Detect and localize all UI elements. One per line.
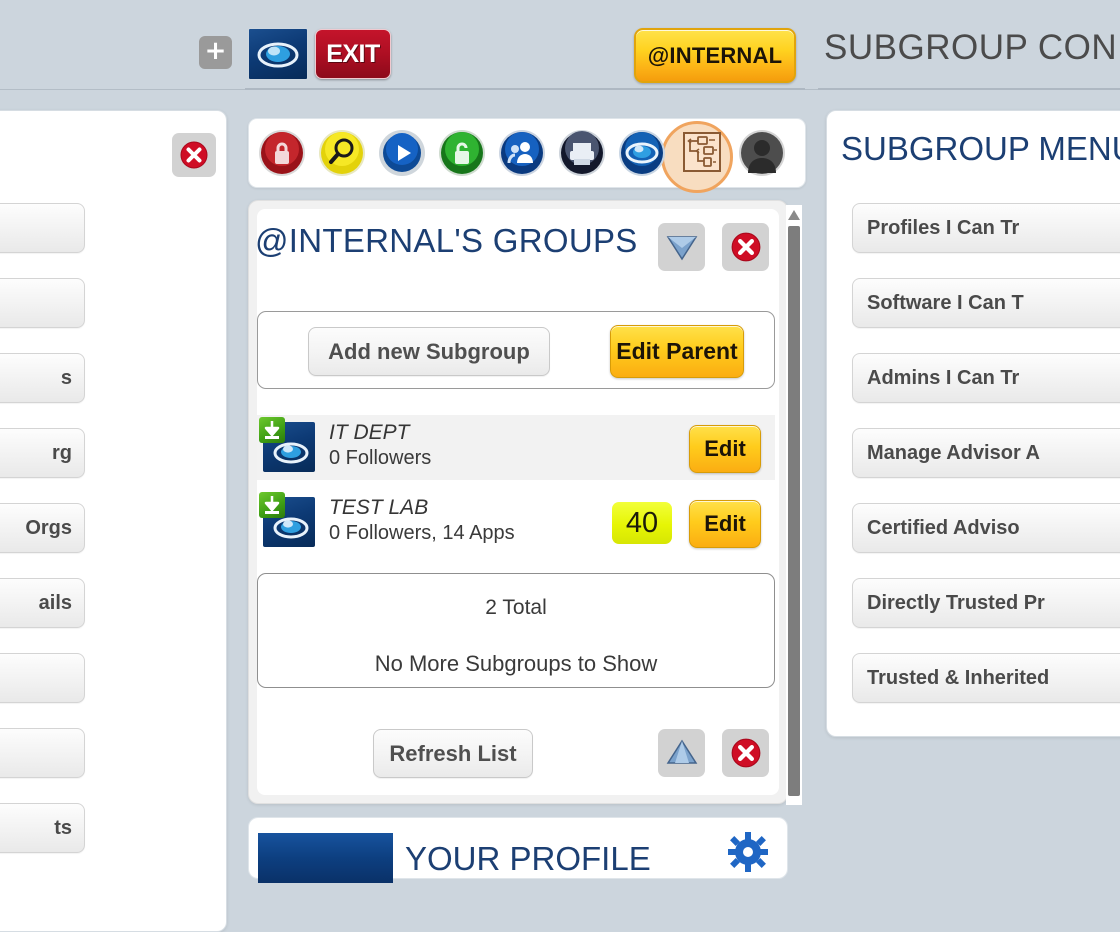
group-name: IT DEPT xyxy=(329,421,410,444)
printer-icon[interactable] xyxy=(558,129,606,177)
cloud-icon[interactable] xyxy=(618,129,666,177)
refresh-list-button[interactable]: Refresh List xyxy=(373,729,533,778)
account-badge-label: @INTERNAL xyxy=(647,42,783,68)
download-arrow-icon xyxy=(259,492,285,518)
left-menu-label-4: Orgs xyxy=(25,516,72,539)
sidebar-item-admins-i-can-trust[interactable]: Admins I Can Tr xyxy=(852,353,1120,403)
edit-parent-button[interactable]: Edit Parent xyxy=(610,325,744,378)
left-menu-label-3: rg xyxy=(52,441,72,464)
sidebar-item-manage-advisor-access[interactable]: Manage Advisor A xyxy=(852,428,1120,478)
red-x-icon xyxy=(731,738,760,768)
down-triangle-icon xyxy=(666,236,697,261)
magnifier-icon[interactable] xyxy=(318,129,366,177)
red-lock-icon[interactable] xyxy=(258,129,306,177)
left-menu-label-8: ts xyxy=(54,816,72,839)
cloud-logo[interactable] xyxy=(248,28,308,80)
green-unlock-icon[interactable] xyxy=(438,129,486,177)
gear-icon xyxy=(728,832,768,872)
row-edit-label: Edit xyxy=(704,436,746,461)
groups-collapse-button[interactable] xyxy=(658,223,705,271)
sidebar-item-trusted-and-inherited[interactable]: Trusted & Inherited xyxy=(852,653,1120,703)
add-subgroup-button[interactable]: Add new Subgroup xyxy=(308,327,550,376)
row-edit-button[interactable]: Edit xyxy=(689,425,761,473)
left-menu-item-0[interactable] xyxy=(0,203,85,253)
left-menu-item-1[interactable] xyxy=(0,278,85,328)
sidebar-item-directly-trusted-profiles[interactable]: Directly Trusted Pr xyxy=(852,578,1120,628)
total-count: 2 Total xyxy=(485,596,547,619)
scrollbar-up-arrow[interactable] xyxy=(786,208,802,222)
group-detail: 0 Followers xyxy=(329,447,432,469)
left-menu-item-8[interactable]: ts xyxy=(0,803,85,853)
sidebar-item-profiles-i-can-trust[interactable]: Profiles I Can Tr xyxy=(852,203,1120,253)
sidebar-item-certified-advisors[interactable]: Certified Adviso xyxy=(852,503,1120,553)
profile-settings-button[interactable] xyxy=(728,832,768,872)
app-count-badge: 40 xyxy=(612,502,672,544)
scroll-up-button[interactable] xyxy=(658,729,705,777)
sidebar-item-software-i-can-trust[interactable]: Software I Can T xyxy=(852,278,1120,328)
groups-panel-title: @INTERNAL'S GROUPS xyxy=(255,222,638,259)
edit-parent-label: Edit Parent xyxy=(616,338,738,364)
row-edit-label: Edit xyxy=(704,511,746,536)
download-arrow-icon xyxy=(259,417,285,443)
subgroup-menu-title: SUBGROUP MENU xyxy=(841,130,1120,167)
left-menu-item-6[interactable] xyxy=(0,653,85,703)
sidebar-item-label: Certified Adviso xyxy=(867,516,1020,539)
groups-close-button[interactable] xyxy=(722,223,769,271)
left-menu-label-5: ails xyxy=(38,591,72,614)
icon-toolbar xyxy=(248,118,806,193)
users-icon[interactable] xyxy=(498,129,546,177)
app-root: + EXIT @INTERNAL SUBGROUP CONFIGU xyxy=(0,0,1120,932)
sidebar-item-label: Trusted & Inherited xyxy=(867,666,1050,689)
header-divider-center xyxy=(245,88,805,90)
no-more-message: No More Subgroups to Show xyxy=(374,651,658,676)
groups-close-button-bottom[interactable] xyxy=(722,729,769,777)
add-subgroup-label: Add new Subgroup xyxy=(328,338,530,364)
group-detail: 0 Followers, 14 Apps xyxy=(329,522,515,544)
left-menu-item-4[interactable]: Orgs xyxy=(0,503,85,553)
cloud-logo-icon xyxy=(257,42,299,68)
red-x-icon xyxy=(731,232,760,262)
account-badge[interactable]: @INTERNAL xyxy=(634,28,796,83)
page-title: SUBGROUP CONFIGU xyxy=(824,28,1120,67)
header-divider-right xyxy=(818,88,1120,90)
sidebar-item-label: Admins I Can Tr xyxy=(867,366,1020,389)
left-menu-item-2[interactable]: s xyxy=(0,353,85,403)
hierarchy-tree-icon[interactable] xyxy=(678,129,726,177)
profile-panel-title: YOUR PROFILE xyxy=(405,840,651,877)
scrollbar-thumb[interactable] xyxy=(788,226,800,796)
top-bar: + EXIT @INTERNAL SUBGROUP CONFIGU xyxy=(0,0,1120,90)
exit-label: EXIT xyxy=(326,39,380,68)
table-row[interactable]: IT DEPT 0 Followers Edit xyxy=(257,415,775,480)
sidebar-item-label: Directly Trusted Pr xyxy=(867,591,1045,614)
sidebar-item-label: Manage Advisor A xyxy=(867,441,1040,464)
up-triangle-icon xyxy=(666,739,697,764)
sidebar-item-label: Software I Can T xyxy=(867,291,1024,314)
left-menu-item-5[interactable]: ails xyxy=(0,578,85,628)
avatar-icon[interactable] xyxy=(738,129,786,177)
row-edit-button[interactable]: Edit xyxy=(689,500,761,548)
up-arrow-icon xyxy=(788,210,800,220)
exit-button[interactable]: EXIT xyxy=(315,29,391,79)
table-row[interactable]: TEST LAB 0 Followers, 14 Apps 40 Edit xyxy=(257,490,775,555)
left-panel-close-button[interactable] xyxy=(172,133,216,177)
left-menu-label-2: s xyxy=(60,366,72,389)
left-menu-item-3[interactable]: rg xyxy=(0,428,85,478)
red-x-icon xyxy=(180,141,208,169)
profile-banner-image xyxy=(258,833,393,883)
add-button[interactable]: + xyxy=(199,36,232,69)
left-menu-item-7[interactable] xyxy=(0,728,85,778)
refresh-list-label: Refresh List xyxy=(389,740,517,766)
group-name: TEST LAB xyxy=(329,496,429,519)
play-icon[interactable] xyxy=(378,129,426,177)
plus-icon: + xyxy=(204,36,227,66)
sidebar-item-label: Profiles I Can Tr xyxy=(867,216,1020,239)
